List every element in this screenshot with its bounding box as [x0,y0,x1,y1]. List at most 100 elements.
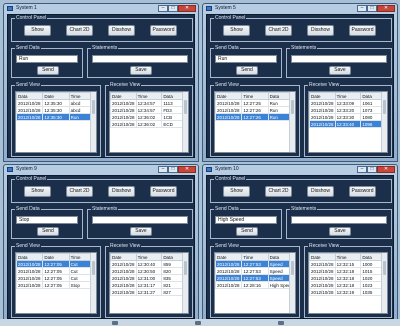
table-row[interactable]: 2012/10/28 12:27:26 Run [215,106,295,114]
table-row[interactable]: 2012/10/28 12:31:17 821 [110,281,188,289]
statements-input[interactable] [92,55,188,63]
send-data-input[interactable]: High Speed [215,216,277,224]
send-list-table[interactable]: Data Date Time 2012/10/28 12:27:05 Cut 2012/10… [15,252,97,314]
minimize-button[interactable]: – [158,166,168,173]
column-header[interactable]: Date [110,92,137,100]
close-button[interactable]: ✕ [377,166,395,173]
table-row[interactable]: 2012/10/28 12:32:15 1000 [309,260,387,268]
column-header[interactable]: Time [334,92,362,100]
receive-list-table[interactable]: Date Time Data 2012/10/28 12:33:09 1061 2012/1… [308,91,388,153]
send-data-input[interactable]: Run [215,55,277,63]
table-row[interactable]: 2012/10/28 12:34:57 1113 [110,99,188,107]
send-list-table[interactable]: Date Time Data 2012/10/28 12:27:53 Speed 2012/… [214,252,296,314]
scrollbar[interactable] [381,253,387,313]
column-header[interactable]: Data [16,253,44,261]
chart-2d-button[interactable]: Chart 2D [265,186,292,197]
table-row[interactable]: 2012/10/28 12:31:27 827 [110,288,188,296]
scrollbar-thumb[interactable] [383,100,386,114]
app-window[interactable]: System 9 – □ ✕ Control Panel Show Chart … [3,164,199,323]
show-button[interactable]: Show [223,186,250,197]
receive-list-table[interactable]: Date Time Data 2012/10/28 12:34:57 1113 2012/1… [109,91,189,153]
disshow-button[interactable]: Disshow [307,25,334,36]
password-button[interactable]: Password [150,186,177,197]
table-row[interactable]: 2012/10/28 12:27:05 Cut [16,260,96,268]
table-row[interactable]: 2012/10/28 12:32:18 1015 [309,267,387,275]
table-row[interactable]: 2012/10/28 12:36:02 ECD [110,120,188,128]
scrollbar-thumb[interactable] [291,100,294,114]
table-row[interactable]: 2012/10/28 12:33:20 1073 [309,106,387,114]
table-row[interactable]: 2012/10/28 12:27:53 Speed [215,274,295,282]
scrollbar-thumb[interactable] [184,100,187,114]
column-header[interactable]: Date [110,253,137,261]
table-row[interactable]: 2012/10/28 12:27:25 Run [215,99,295,107]
scrollbar[interactable] [90,92,96,152]
table-row[interactable]: 2012/10/28 12:30:50 820 [110,267,188,275]
scrollbar[interactable] [381,92,387,152]
receive-list-table[interactable]: Date Time Data 2012/10/28 12:32:15 1000 2012/1… [308,252,388,314]
table-row[interactable]: 2012/10/28 12:35:30 abcd [16,99,96,107]
scrollbar-thumb[interactable] [383,261,386,275]
statements-input[interactable] [92,216,188,224]
minimize-button[interactable]: – [357,166,367,173]
show-button[interactable]: Show [24,25,51,36]
table-row[interactable]: 2012/10/28 12:27:05 Stop [16,281,96,289]
scrollbar-thumb[interactable] [184,261,187,275]
table-row[interactable]: 2012/10/28 12:35:30 abcd [16,106,96,114]
save-button[interactable]: Save [130,227,152,236]
minimize-button[interactable]: – [357,5,367,12]
taskbar-app-icon[interactable] [195,321,201,325]
scrollbar[interactable] [182,253,188,313]
app-window[interactable]: System 10 – □ ✕ Control Panel Show Chart… [202,164,398,323]
scrollbar[interactable] [182,92,188,152]
column-header[interactable]: Time [241,253,269,261]
column-header[interactable]: Date [42,92,70,100]
table-row[interactable]: 2012/10/28 12:27:05 Cut [16,267,96,275]
app-window[interactable]: System 5 – □ ✕ Control Panel Show Chart … [202,3,398,162]
app-window[interactable]: System 1 – □ ✕ Control Panel Show Chart … [3,3,199,162]
scrollbar[interactable] [289,253,295,313]
column-header[interactable]: Date [309,92,336,100]
send-button[interactable]: Send [37,227,59,236]
save-button[interactable]: Save [130,66,152,75]
save-button[interactable]: Save [329,66,351,75]
receive-list-table[interactable]: Date Time Data 2012/10/28 12:30:40 859 2012/10… [109,252,189,314]
table-row[interactable]: 2012/10/28 12:35:30 Run [16,113,96,121]
send-list-table[interactable]: Date Time Data 2012/10/28 12:27:25 Run 2012/10… [214,91,296,153]
column-header[interactable]: Data [16,92,44,100]
scrollbar[interactable] [289,92,295,152]
column-header[interactable]: Time [334,253,362,261]
chart-2d-button[interactable]: Chart 2D [66,186,93,197]
password-button[interactable]: Password [150,25,177,36]
maximize-button[interactable]: □ [367,166,377,173]
table-row[interactable]: 2012/10/28 12:27:53 Speed [215,267,295,275]
title-bar[interactable]: System 9 – □ ✕ [4,165,198,175]
table-row[interactable]: 2012/10/28 12:28:16 High Speed [215,281,295,289]
send-button[interactable]: Send [236,66,258,75]
maximize-button[interactable]: □ [168,166,178,173]
disshow-button[interactable]: Disshow [108,25,135,36]
statements-input[interactable] [291,216,387,224]
save-button[interactable]: Save [329,227,351,236]
chart-2d-button[interactable]: Chart 2D [66,25,93,36]
scrollbar-thumb[interactable] [92,100,95,114]
scrollbar[interactable] [90,253,96,313]
table-row[interactable]: 2012/10/28 12:32:18 1020 [309,274,387,282]
disshow-button[interactable]: Disshow [108,186,135,197]
show-button[interactable]: Show [24,186,51,197]
close-button[interactable]: ✕ [377,5,395,12]
taskbar-app-icon[interactable] [112,321,118,325]
column-header[interactable]: Date [42,253,70,261]
table-row[interactable]: 2012/10/28 12:31:00 835 [110,274,188,282]
table-row[interactable]: 2012/10/28 12:32:19 1035 [309,288,387,296]
show-button[interactable]: Show [223,25,250,36]
column-header[interactable]: Date [215,253,243,261]
table-row[interactable]: 2012/10/28 12:33:40 1096 [309,120,387,128]
taskbar-app-icon[interactable] [278,321,284,325]
table-row[interactable]: 2012/10/28 12:27:53 Speed [215,260,295,268]
send-list-table[interactable]: Data Date Time 2012/10/28 12:35:30 abcd 2012/1… [15,91,97,153]
statements-input[interactable] [291,55,387,63]
table-row[interactable]: 2012/10/28 12:30:40 859 [110,260,188,268]
close-button[interactable]: ✕ [178,5,196,12]
send-button[interactable]: Send [236,227,258,236]
column-header[interactable]: Date [309,253,336,261]
